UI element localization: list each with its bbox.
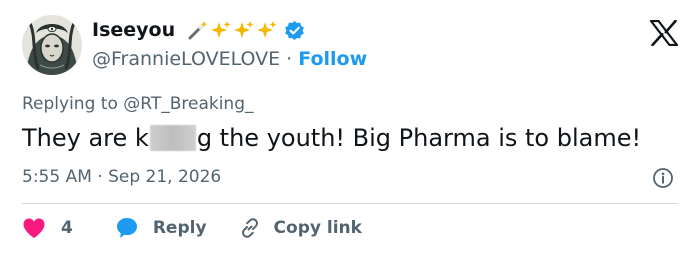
x-logo-icon[interactable] [649,19,679,50]
speech-bubble-icon [116,218,137,238]
handle-row: @FrannieLOVELOVE · Follow [92,48,367,70]
sparkles-icon [211,21,231,38]
reply-button[interactable]: Reply [115,216,207,240]
reply-label: Reply [152,218,207,238]
user-handle[interactable]: @FrannieLOVELOVE [92,48,280,70]
action-bar: 4 Reply Copy link [22,216,362,240]
tweet-text: They are k g the youth! Big Pharma is to… [22,124,641,152]
tweet-card: Iseeyou @FrannieLOVELOVE · Follow Replyi… [0,0,700,256]
name-emoji [187,19,278,41]
link-icon [241,218,258,238]
like-button[interactable]: 4 [22,217,73,239]
follow-button[interactable]: Follow [298,48,367,70]
tweet-text-start: They are k [22,124,149,152]
replying-prefix: Replying to [22,94,124,114]
heart-icon [23,218,45,238]
tweet-timestamp[interactable]: 5:55 AM · Sep 21, 2026 [22,167,221,187]
replying-to-handle[interactable]: @RT_Breaking_ [123,94,253,114]
tweet-text-end: g the youth! Big Pharma is to blame! [196,124,642,152]
magic-wand-icon [188,21,208,40]
sparkles-icon [257,21,277,38]
copy-link-button[interactable]: Copy link [238,216,362,240]
copy-link-label: Copy link [273,218,362,238]
sparkles-icon [234,21,254,38]
info-icon[interactable] [652,167,674,193]
handle-separator: · [280,48,299,70]
divider [22,203,678,204]
name-row: Iseeyou [92,19,305,41]
verified-badge-icon [284,20,305,41]
display-name[interactable]: Iseeyou [92,19,175,41]
like-count: 4 [61,218,73,238]
avatar[interactable] [22,15,82,75]
censor-blur [149,125,196,151]
replying-to: Replying to @RT_Breaking_ [22,94,254,114]
